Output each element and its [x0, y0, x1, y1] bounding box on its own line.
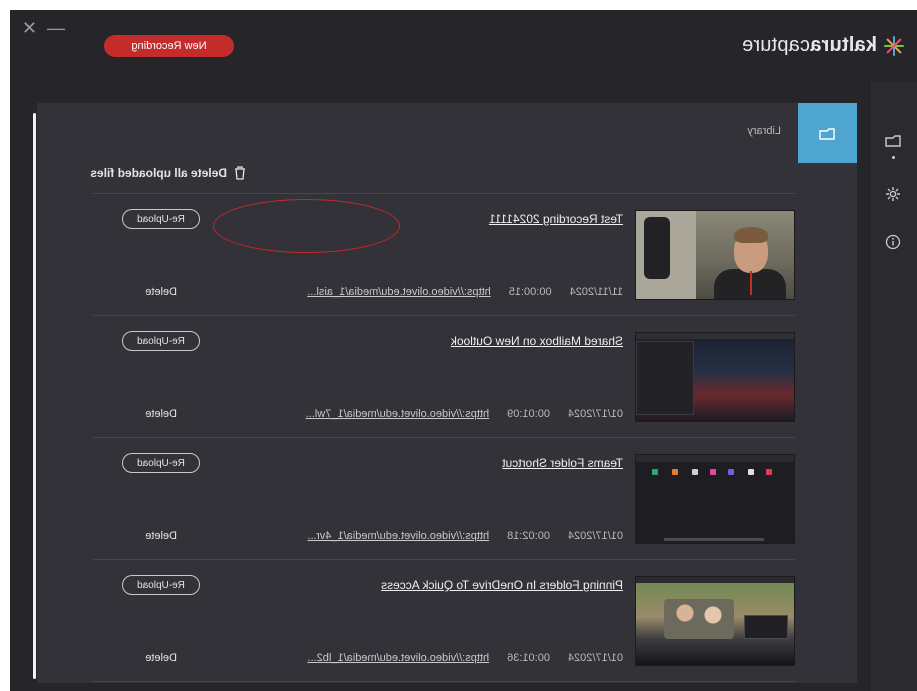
reupload-button[interactable]: Re-Upload: [122, 209, 200, 229]
recording-title-link[interactable]: Teams Folder Shortcut: [502, 456, 623, 470]
tab-library-label: Library: [747, 125, 781, 137]
delete-button[interactable]: Delete: [145, 530, 177, 542]
tab-library[interactable]: [798, 103, 857, 163]
app-window: kalturacapture New Recording — ✕ Library…: [10, 10, 917, 691]
recording-url-link[interactable]: https://video.olivet.edu/media/1_lb2...: [307, 652, 489, 664]
recording-thumbnail[interactable]: [635, 576, 795, 666]
folder-icon: [885, 135, 901, 147]
recording-row: Test Recording 20241111 11/11/2024 00:00…: [93, 194, 795, 316]
trash-icon: [235, 166, 245, 180]
info-icon: [885, 234, 901, 250]
delete-button[interactable]: Delete: [145, 408, 177, 420]
gear-icon: [886, 187, 900, 201]
library-panel: Library Delete all uploaded files Test R…: [37, 103, 857, 683]
recording-thumbnail[interactable]: [635, 210, 795, 300]
recording-row: Teams Folder Shortcut 01/17/2024 00:02:1…: [93, 438, 795, 560]
recording-url-link[interactable]: https://video.olivet.edu/media/1_aisl...: [307, 286, 490, 298]
active-indicator: [892, 156, 895, 159]
recording-date: 01/17/2024: [567, 408, 623, 420]
recording-url-link[interactable]: https://video.olivet.edu/media/1_7wl...: [306, 408, 489, 420]
delete-all-label: Delete all uploaded files: [90, 166, 227, 180]
recording-row: Pinning Folders In OneDrive To Quick Acc…: [93, 560, 795, 682]
recording-url-link[interactable]: https://video.olivet.edu/media/1_4vr...: [308, 530, 490, 542]
close-button[interactable]: ✕: [22, 18, 37, 39]
recording-meta: 01/17/2024 00:01:09 https://video.olivet…: [306, 408, 623, 420]
new-recording-button[interactable]: New Recording: [104, 35, 234, 57]
sidebar: [869, 82, 917, 691]
recording-duration: 00:01:09: [507, 408, 550, 420]
delete-all-uploaded-button[interactable]: Delete all uploaded files: [90, 166, 246, 180]
delete-button[interactable]: Delete: [145, 652, 177, 664]
recording-date: 01/17/2024: [567, 530, 623, 542]
title-bar: kalturacapture New Recording — ✕: [10, 10, 917, 80]
recording-duration: 00:00:15: [508, 286, 552, 298]
recording-title-link[interactable]: Shared Mailbox on New Outlook: [451, 334, 623, 348]
recording-duration: 00:02:18: [507, 530, 550, 542]
library-tab-bar: Library: [37, 103, 857, 163]
scrollbar[interactable]: [33, 113, 36, 679]
brand-name: kalturacapture: [741, 34, 877, 56]
recording-meta: 11/11/2024 00:00:15 https://video.olivet…: [307, 286, 623, 298]
delete-button[interactable]: Delete: [145, 286, 177, 298]
recording-thumbnail[interactable]: [635, 454, 795, 544]
kaltura-logo-icon: [883, 35, 905, 57]
url-highlight-annotation: [213, 199, 400, 253]
recording-duration: 00:01:36: [507, 652, 550, 664]
minimize-button[interactable]: —: [47, 18, 65, 39]
recording-meta: 01/17/2024 00:01:36 https://video.olivet…: [307, 652, 623, 664]
recording-row: Shared Mailbox on New Outlook 01/17/2024…: [93, 316, 795, 438]
recording-thumbnail[interactable]: [635, 332, 795, 422]
recording-title-link[interactable]: Pinning Folders In OneDrive To Quick Acc…: [381, 578, 623, 592]
recording-date: 01/17/2024: [567, 652, 623, 664]
sidebar-item-library[interactable]: [883, 130, 903, 150]
folder-icon: [819, 128, 836, 140]
reupload-button[interactable]: Re-Upload: [122, 453, 200, 473]
recording-date: 11/11/2024: [569, 286, 623, 298]
recording-meta: 01/17/2024 00:02:18 https://video.olivet…: [308, 530, 624, 542]
sidebar-item-settings[interactable]: [883, 184, 903, 204]
sidebar-item-info[interactable]: [883, 232, 903, 252]
kaltura-capture-logo: kalturacapture: [742, 34, 905, 57]
reupload-button[interactable]: Re-Upload: [122, 331, 200, 351]
reupload-button[interactable]: Re-Upload: [122, 575, 200, 595]
recording-title-link[interactable]: Test Recording 20241111: [489, 212, 623, 226]
